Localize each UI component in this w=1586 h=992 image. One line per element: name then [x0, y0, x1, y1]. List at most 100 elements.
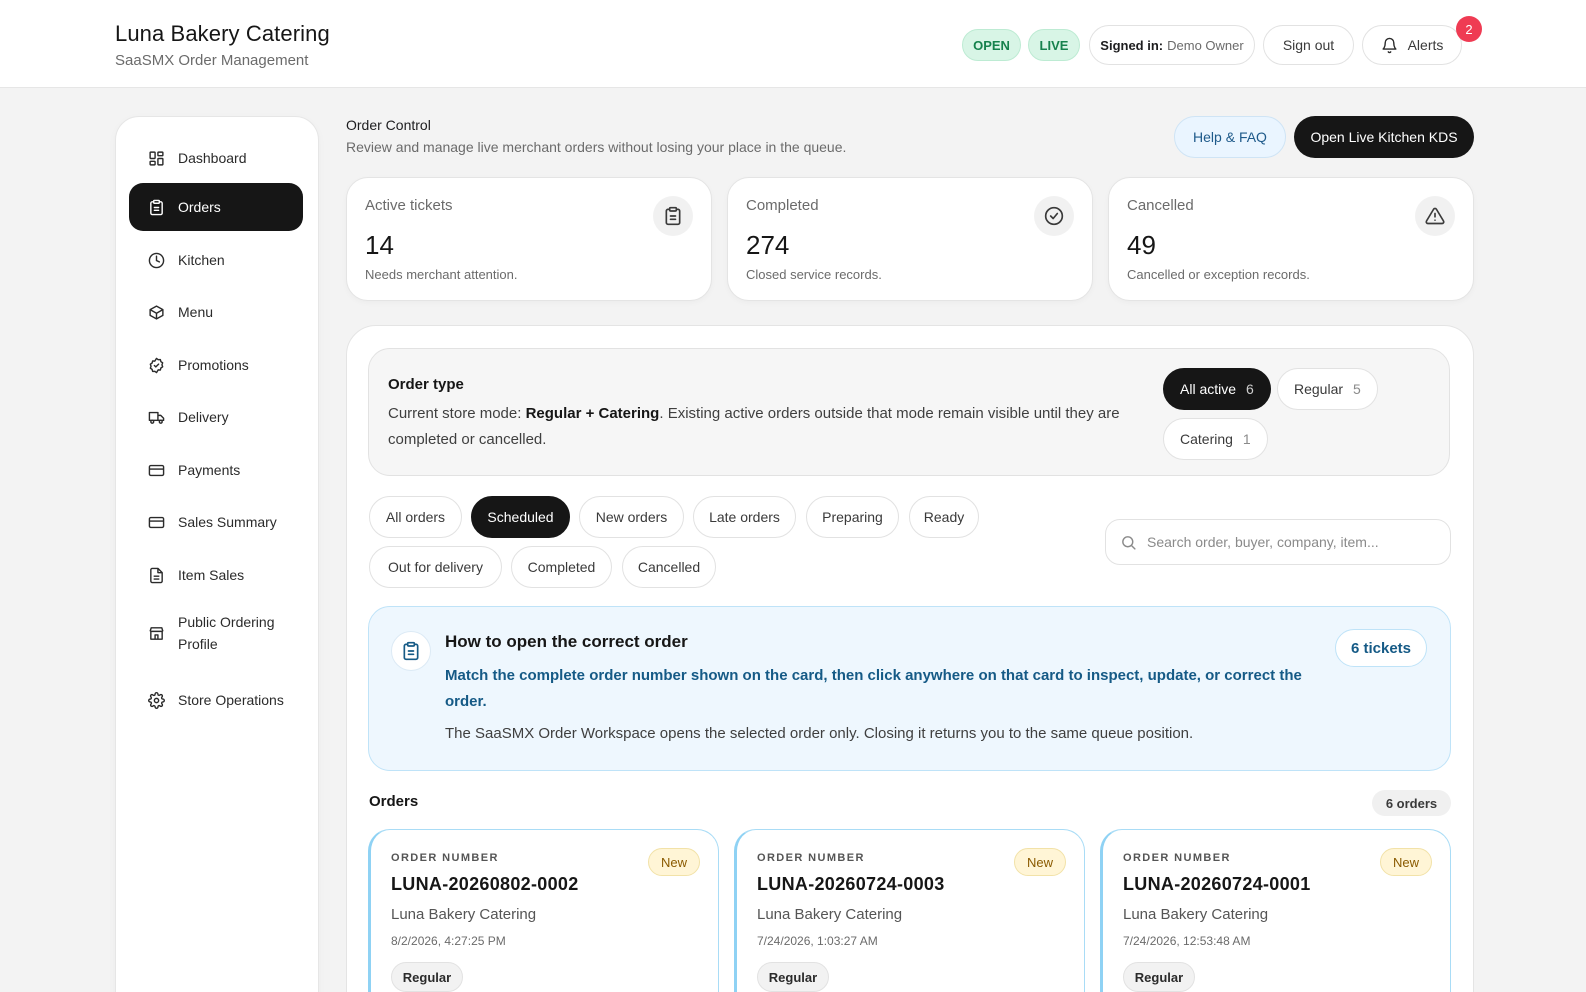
sidebar-item-menu[interactable]: Menu: [129, 288, 303, 336]
sidebar-item-orders[interactable]: Orders: [129, 183, 303, 231]
order-merchant: Luna Bakery Catering: [1123, 906, 1269, 923]
sidebar: Dashboard Orders Kitchen Menu Promotions…: [115, 116, 319, 992]
order-number-label: ORDER NUMBER: [757, 852, 865, 864]
page-title: Order Control: [346, 117, 431, 133]
bell-icon: [1381, 37, 1398, 54]
signed-in-label: Signed in:: [1100, 37, 1164, 53]
order-type-heading: Order type: [388, 376, 464, 393]
credit-card-icon: [147, 461, 165, 479]
segment-count: 5: [1353, 381, 1361, 397]
sidebar-item-item-sales[interactable]: Item Sales: [129, 551, 303, 599]
filter-out-for-delivery[interactable]: Out for delivery: [369, 546, 502, 588]
order-number: LUNA-20260724-0001: [1123, 874, 1311, 894]
gear-icon: [147, 691, 165, 709]
stat-description: Closed service records.: [746, 267, 882, 282]
segment-count: 1: [1242, 431, 1251, 447]
order-date: 7/24/2026, 12:53:48 AM: [1123, 934, 1251, 948]
search-input[interactable]: [1147, 534, 1437, 550]
stat-card-active: Active tickets 14 Needs merchant attenti…: [346, 177, 712, 301]
filter-scheduled[interactable]: Scheduled: [471, 496, 570, 538]
segment-label: Catering: [1180, 431, 1233, 447]
order-number-label: ORDER NUMBER: [391, 852, 499, 864]
clock-icon: [147, 251, 165, 269]
filter-late-orders[interactable]: Late orders: [693, 496, 796, 538]
order-card[interactable]: ORDER NUMBER LUNA-20260724-0001 Luna Bak…: [1100, 829, 1451, 992]
filter-new-orders[interactable]: New orders: [579, 496, 684, 538]
order-date: 8/2/2026, 4:27:25 PM: [391, 934, 506, 948]
segment-regular[interactable]: Regular 5: [1277, 368, 1378, 410]
stat-description: Cancelled or exception records.: [1127, 267, 1310, 282]
stat-description: Needs merchant attention.: [365, 267, 518, 282]
stat-card-cancelled: Cancelled 49 Cancelled or exception reco…: [1108, 177, 1474, 301]
stat-card-completed: Completed 274 Closed service records.: [727, 177, 1093, 301]
sidebar-item-kitchen[interactable]: Kitchen: [129, 236, 303, 284]
check-circle-icon: [1034, 196, 1074, 236]
order-number-label: ORDER NUMBER: [1123, 852, 1231, 864]
filter-completed[interactable]: Completed: [511, 546, 612, 588]
sidebar-item-label: Payments: [178, 462, 241, 478]
alerts-count-badge: 2: [1456, 16, 1482, 42]
stat-title: Cancelled: [1127, 197, 1194, 214]
sidebar-item-delivery[interactable]: Delivery: [129, 393, 303, 441]
instructions-body: Match the complete order number shown on…: [445, 667, 1302, 710]
status-badge: New: [648, 848, 700, 876]
sign-out-button[interactable]: Sign out: [1263, 25, 1354, 65]
status-badge: New: [1014, 848, 1066, 876]
top-bar: Luna Bakery Catering SaaSMX Order Manage…: [0, 0, 1586, 88]
sidebar-item-public-ordering-profile[interactable]: Public Ordering Profile: [129, 605, 303, 661]
status-open-badge: OPEN: [962, 29, 1021, 61]
sidebar-item-label: Item Sales: [178, 567, 245, 583]
segment-label: Regular: [1294, 381, 1344, 397]
orders-heading: Orders: [369, 793, 419, 810]
sidebar-item-label: Menu: [178, 304, 214, 320]
filter-cancelled[interactable]: Cancelled: [622, 546, 716, 588]
open-kds-button[interactable]: Open Live Kitchen KDS: [1294, 116, 1474, 158]
sidebar-item-label: Sales Summary: [178, 514, 277, 530]
sidebar-item-sales-summary[interactable]: Sales Summary: [129, 498, 303, 546]
order-merchant: Luna Bakery Catering: [757, 906, 903, 923]
order-type-section: Order type Current store mode: Regular +…: [368, 348, 1450, 476]
store-icon: [147, 624, 165, 642]
segment-count: 6: [1246, 381, 1254, 397]
order-type-badge: Regular: [1123, 962, 1195, 992]
instructions-note: The SaaSMX Order Workspace opens the sel…: [445, 725, 1194, 742]
order-number: LUNA-20260802-0002: [391, 874, 579, 894]
clipboard-icon: [147, 198, 165, 216]
signed-in-badge: Signed in: Demo Owner: [1089, 25, 1255, 65]
sidebar-item-label: Kitchen: [178, 252, 225, 268]
stat-title: Active tickets: [365, 197, 453, 214]
search-icon: [1120, 534, 1147, 551]
order-type-description: Current store mode: Regular + Catering. …: [388, 401, 1158, 453]
stat-title: Completed: [746, 197, 819, 214]
help-faq-button[interactable]: Help & FAQ: [1174, 116, 1286, 158]
order-type-prefix: Current store mode:: [388, 405, 526, 422]
sidebar-item-label: Store Operations: [178, 692, 284, 708]
sidebar-item-promotions[interactable]: Promotions: [129, 341, 303, 389]
alerts-button[interactable]: Alerts: [1362, 25, 1462, 65]
segment-all-active[interactable]: All active 6: [1163, 368, 1271, 410]
box-icon: [147, 303, 165, 321]
order-card[interactable]: ORDER NUMBER LUNA-20260802-0002 Luna Bak…: [368, 829, 719, 992]
sidebar-item-payments[interactable]: Payments: [129, 446, 303, 494]
clipboard-icon: [391, 631, 431, 671]
sidebar-item-dashboard[interactable]: Dashboard: [129, 134, 303, 182]
alerts-label: Alerts: [1407, 37, 1444, 53]
sidebar-item-label: Delivery: [178, 409, 229, 425]
sidebar-item-store-operations[interactable]: Store Operations: [129, 676, 303, 724]
segment-catering[interactable]: Catering 1: [1163, 418, 1268, 460]
stat-value: 14: [365, 230, 394, 260]
sidebar-item-label: Promotions: [178, 357, 249, 373]
page-subtitle: Review and manage live merchant orders w…: [346, 139, 847, 155]
filter-ready[interactable]: Ready: [909, 496, 979, 538]
filter-all-orders[interactable]: All orders: [369, 496, 462, 538]
orders-count-badge: 6 orders: [1372, 790, 1451, 816]
app-subtitle: SaaSMX Order Management: [115, 52, 309, 69]
sidebar-item-label: Dashboard: [178, 150, 247, 166]
order-number: LUNA-20260724-0003: [757, 874, 945, 894]
order-card[interactable]: ORDER NUMBER LUNA-20260724-0003 Luna Bak…: [734, 829, 1085, 992]
order-type-badge: Regular: [757, 962, 829, 992]
instructions-heading: How to open the correct order: [445, 632, 688, 651]
credit-card-icon: [147, 513, 165, 531]
order-merchant: Luna Bakery Catering: [391, 906, 537, 923]
filter-preparing[interactable]: Preparing: [806, 496, 899, 538]
